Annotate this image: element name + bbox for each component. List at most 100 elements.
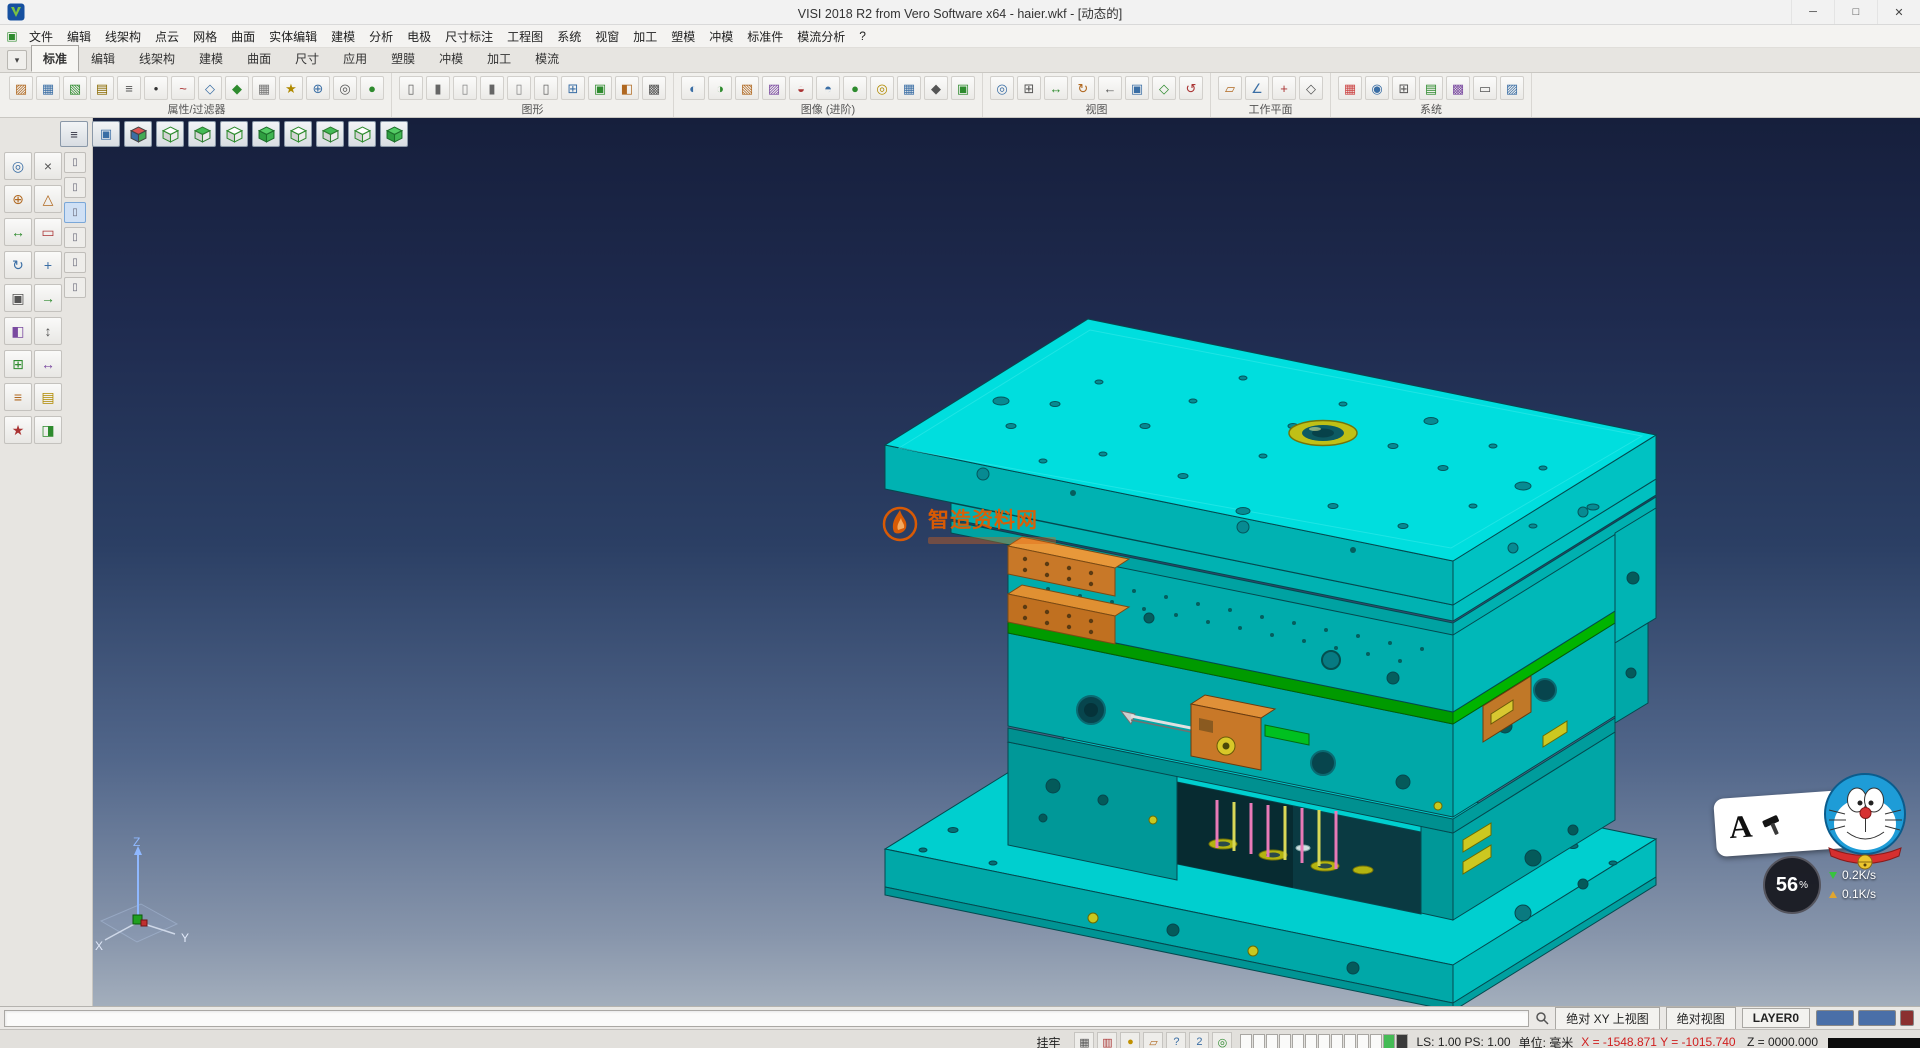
- tab-edit[interactable]: 编辑: [79, 45, 127, 72]
- attribute-copy-icon[interactable]: ▦: [36, 76, 60, 100]
- tab-wireframe[interactable]: 线架构: [127, 45, 187, 72]
- graphics-tool-3-icon[interactable]: ▯: [453, 76, 477, 100]
- info-icon[interactable]: ≡: [4, 383, 32, 411]
- tab-application[interactable]: 应用: [331, 45, 379, 72]
- scissors-icon[interactable]: ×: [34, 152, 62, 180]
- move-icon[interactable]: ↔: [4, 218, 32, 246]
- point-filter-icon[interactable]: •: [144, 76, 168, 100]
- render-advanced-4-icon[interactable]: ▨: [762, 76, 786, 100]
- menu-mold[interactable]: 塑模: [664, 25, 702, 48]
- minimize-button[interactable]: ─: [1791, 0, 1834, 24]
- surface-filter-icon[interactable]: ◇: [198, 76, 222, 100]
- close-button[interactable]: ✕: [1877, 0, 1920, 24]
- tab-surface[interactable]: 曲面: [235, 45, 283, 72]
- render-advanced-1-icon[interactable]: ◐: [681, 76, 705, 100]
- mini-view-5-button[interactable]: ▯: [64, 252, 86, 273]
- view-left-icon[interactable]: [284, 121, 312, 147]
- tab-modeling[interactable]: 建模: [187, 45, 235, 72]
- graphics-tool-6-icon[interactable]: ▯: [534, 76, 558, 100]
- render-advanced-10-icon[interactable]: ◆: [924, 76, 948, 100]
- quick-select-icon[interactable]: ⊕: [306, 76, 330, 100]
- workplane-axis-icon[interactable]: +: [1272, 76, 1296, 100]
- copy-icon[interactable]: ▣: [4, 284, 32, 312]
- palette-icon[interactable]: ◨: [34, 416, 62, 444]
- workplane-create-icon[interactable]: ▱: [1218, 76, 1242, 100]
- graphics-cube-icon[interactable]: ◧: [615, 76, 639, 100]
- menu-die[interactable]: 冲模: [702, 25, 740, 48]
- array-icon[interactable]: ⊞: [4, 350, 32, 378]
- color-swatch-1[interactable]: [1816, 1010, 1854, 1026]
- system-colors-icon[interactable]: ▦: [1338, 76, 1362, 100]
- snap-icon[interactable]: ⊕: [4, 185, 32, 213]
- attribute-brush-icon[interactable]: ▨: [9, 76, 33, 100]
- status-layer2-icon[interactable]: 2: [1189, 1032, 1209, 1048]
- mini-view-3-button[interactable]: ▯: [64, 202, 86, 223]
- layer-manager-icon[interactable]: ▤: [90, 76, 114, 100]
- system-grid-icon[interactable]: ▤: [1419, 76, 1443, 100]
- color-swatch-2[interactable]: [1858, 1010, 1896, 1026]
- graphics-tool-5-icon[interactable]: ▯: [507, 76, 531, 100]
- status-folder-icon[interactable]: ▱: [1143, 1032, 1163, 1048]
- menu-machining[interactable]: 加工: [626, 25, 664, 48]
- search-icon[interactable]: [1535, 1011, 1549, 1025]
- color-edit-icon[interactable]: ▧: [63, 76, 87, 100]
- iso-view-icon[interactable]: ◇: [1152, 76, 1176, 100]
- graphics-tool-2-icon[interactable]: ▮: [426, 76, 450, 100]
- note-icon[interactable]: ▤: [34, 383, 62, 411]
- tab-overflow-button[interactable]: ▾: [7, 50, 27, 70]
- menu-flow-analysis[interactable]: 模流分析: [790, 25, 852, 48]
- rotate-icon[interactable]: ↻: [4, 251, 32, 279]
- view-isometric-icon[interactable]: [156, 121, 184, 147]
- status-alert-icon[interactable]: ●: [1120, 1032, 1140, 1048]
- system-settings-icon[interactable]: ▭: [1473, 76, 1497, 100]
- system-table-icon[interactable]: ⊞: [1392, 76, 1416, 100]
- view-back-icon[interactable]: [252, 121, 280, 147]
- render-advanced-5-icon[interactable]: ◒: [789, 76, 813, 100]
- workplane-reset-icon[interactable]: ◇: [1299, 76, 1323, 100]
- snap-toggle[interactable]: 挂牢: [1030, 1033, 1066, 1048]
- hide-element-icon[interactable]: ◎: [333, 76, 357, 100]
- dimension-icon[interactable]: ↔: [34, 350, 62, 378]
- mini-view-6-button[interactable]: ▯: [64, 277, 86, 298]
- system-calculator-icon[interactable]: ▩: [1446, 76, 1470, 100]
- flag-icon[interactable]: ★: [4, 416, 32, 444]
- system-cad-link-icon[interactable]: ▨: [1500, 76, 1524, 100]
- mini-view-1-button[interactable]: ▯: [64, 152, 86, 173]
- tab-dimension[interactable]: 尺寸: [283, 45, 331, 72]
- menu-help[interactable]: ?: [852, 26, 873, 46]
- eraser-icon[interactable]: ▭: [34, 218, 62, 246]
- view-front-icon[interactable]: [220, 121, 248, 147]
- wireframe-display-icon[interactable]: ▣: [588, 76, 612, 100]
- render-advanced-9-icon[interactable]: ▦: [897, 76, 921, 100]
- render-advanced-2-icon[interactable]: ◑: [708, 76, 732, 100]
- status-info-icon[interactable]: ?: [1166, 1032, 1186, 1048]
- mold-3d-model[interactable]: [93, 118, 1920, 1006]
- tab-die[interactable]: 冲模: [427, 45, 475, 72]
- menu-window[interactable]: 视窗: [588, 25, 626, 48]
- render-advanced-3-icon[interactable]: ▧: [735, 76, 759, 100]
- status-snap-grid-icon[interactable]: ▦: [1074, 1032, 1094, 1048]
- render-advanced-11-icon[interactable]: ▣: [951, 76, 975, 100]
- line-style-icon[interactable]: ≡: [117, 76, 141, 100]
- active-layer-box[interactable]: LAYER0: [1742, 1008, 1810, 1028]
- view-axonometric-icon[interactable]: [380, 121, 408, 147]
- trim-icon[interactable]: +: [34, 251, 62, 279]
- graphics-grid-icon[interactable]: ▩: [642, 76, 666, 100]
- 3d-viewport[interactable]: 智造资料网 Z X Y A: [93, 118, 1920, 1006]
- tab-mold[interactable]: 塑膜: [379, 45, 427, 72]
- view-reference-box[interactable]: 绝对 XY 上视图: [1555, 1007, 1659, 1030]
- show-element-icon[interactable]: ●: [360, 76, 384, 100]
- view-right-icon[interactable]: [316, 121, 344, 147]
- render-advanced-6-icon[interactable]: ◓: [816, 76, 840, 100]
- select-icon[interactable]: ◎: [4, 152, 32, 180]
- refresh-view-icon[interactable]: ↺: [1179, 76, 1203, 100]
- tab-machining[interactable]: 加工: [475, 45, 523, 72]
- solid-filter-icon[interactable]: ◆: [225, 76, 249, 100]
- render-mode-icon[interactable]: [124, 121, 152, 147]
- system-globe-icon[interactable]: ◉: [1365, 76, 1389, 100]
- pan-view-icon[interactable]: ↔: [1044, 76, 1068, 100]
- viewbar-menu-icon[interactable]: ≡: [60, 121, 88, 147]
- zoom-window-icon[interactable]: ⊞: [1017, 76, 1041, 100]
- previous-view-icon[interactable]: ←: [1098, 76, 1122, 100]
- status-notebook-icon[interactable]: ▥: [1097, 1032, 1117, 1048]
